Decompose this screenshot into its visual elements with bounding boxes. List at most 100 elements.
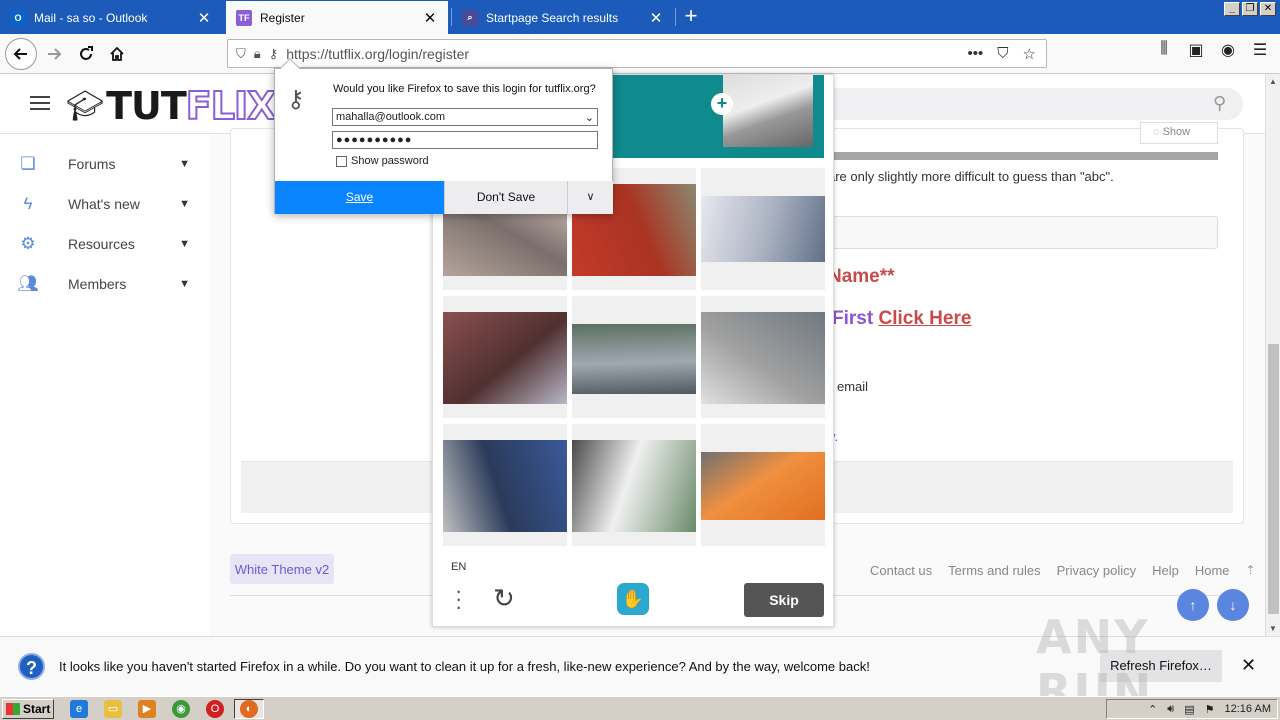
pocket-icon[interactable]: ⛉	[997, 45, 1008, 63]
site-search-input[interactable]	[820, 88, 1243, 120]
chevron-down-icon[interactable]: ⌄	[585, 111, 594, 124]
dont-save-button[interactable]: Don't Save	[444, 181, 567, 214]
footer-link-home[interactable]: Home	[1195, 563, 1230, 578]
captcha-image-tile[interactable]	[443, 296, 567, 418]
sidebar-item-label: What's new	[68, 196, 140, 212]
tab-outlook[interactable]: O Mail - sa so - Outlook ✕	[0, 1, 222, 34]
minimize-button[interactable]: _	[1224, 2, 1240, 16]
media-player-icon[interactable]: ▶	[138, 700, 156, 718]
opera-icon[interactable]: O	[206, 700, 224, 718]
scroll-up-arrow-icon[interactable]: ▲	[1266, 74, 1280, 89]
captcha-image-tile[interactable]	[701, 168, 825, 290]
sidebar-item-whats-new[interactable]: ϟ What's new ▼	[0, 184, 210, 224]
page-actions-icon[interactable]: •••	[968, 45, 984, 63]
chrome-icon[interactable]: ◉	[172, 700, 190, 718]
reload-button[interactable]	[72, 40, 100, 68]
volume-icon[interactable]: 🔊︎	[1167, 703, 1174, 716]
folder-icon[interactable]: ▭	[104, 700, 122, 718]
chevron-down-icon[interactable]: ▼	[179, 198, 190, 210]
captcha-image	[572, 324, 696, 394]
chevron-down-icon[interactable]: ▼	[179, 158, 190, 170]
tab-separator	[451, 8, 452, 26]
chevron-down-icon[interactable]: ∨	[567, 181, 613, 214]
arrow-left-icon	[13, 48, 27, 60]
tray-expand-icon[interactable]: ⌃	[1148, 703, 1157, 716]
captcha-image-tile[interactable]	[443, 424, 567, 546]
chat-icon: ❏	[20, 154, 36, 173]
more-options-icon[interactable]: · · ·	[455, 580, 462, 618]
network-icon[interactable]: ▤	[1184, 703, 1194, 716]
theme-chooser-button[interactable]: White Theme v2	[230, 554, 334, 584]
captcha-image-tile[interactable]	[701, 296, 825, 418]
close-tab-icon[interactable]: ✕	[648, 9, 664, 27]
start-button[interactable]: Start	[2, 699, 54, 719]
hamburger-menu-icon[interactable]	[30, 96, 50, 114]
captcha-image-tile[interactable]	[572, 296, 696, 418]
skip-button[interactable]: Skip	[744, 583, 824, 617]
vertical-scrollbar[interactable]: ▲ ▼	[1265, 74, 1280, 636]
sidebar-item-forums[interactable]: ❏ Forums ▼	[0, 144, 210, 184]
windows-taskbar: Start e ▭ ▶ ◉ O ◐ ⌃ 🔊︎ ▤ ⚑ 12:16 AM	[0, 696, 1280, 720]
home-button[interactable]	[103, 40, 131, 68]
captcha-image	[572, 440, 696, 532]
refresh-icon[interactable]: ↻	[493, 583, 515, 614]
windows-logo-icon	[6, 703, 20, 715]
tab-register[interactable]: TF Register ✕	[226, 1, 448, 34]
firefox-icon[interactable]: ◐	[240, 700, 258, 718]
search-icon[interactable]: ⚲	[1213, 93, 1226, 114]
clock[interactable]: 12:16 AM	[1225, 703, 1271, 715]
back-button[interactable]	[5, 38, 37, 70]
password-strength-text: are only slightly more difficult to gues…	[828, 169, 1114, 184]
close-tab-icon[interactable]: ✕	[422, 9, 438, 27]
ie-icon[interactable]: e	[70, 700, 88, 718]
form-input-field[interactable]	[828, 216, 1218, 249]
save-button[interactable]: Save	[275, 181, 444, 214]
sidebar-icon[interactable]: ▣	[1186, 40, 1206, 60]
chevron-down-icon[interactable]: ▼	[179, 238, 190, 250]
tab-startpage[interactable]: ⌕ Startpage Search results ✕	[452, 1, 674, 34]
captcha-image-tile[interactable]	[572, 424, 696, 546]
click-here-link[interactable]: Click Here	[878, 308, 971, 329]
footer-link-terms[interactable]: Terms and rules	[948, 563, 1040, 578]
username-field[interactable]: mahalla@outlook.com ⌄	[332, 108, 598, 126]
lock-icon[interactable]: 🔒︎	[254, 46, 261, 62]
scrollbar-thumb[interactable]	[1268, 344, 1279, 614]
search-icon: ⌕	[462, 9, 478, 26]
checkbox[interactable]	[336, 155, 347, 167]
password-field[interactable]: ●●●●●●●●●●	[332, 131, 598, 149]
footer-link-help[interactable]: Help	[1152, 563, 1179, 578]
close-window-button[interactable]: ✕	[1260, 2, 1276, 16]
footer-link-privacy[interactable]: Privacy policy	[1057, 563, 1136, 578]
username-value: mahalla@outlook.com	[336, 111, 445, 123]
close-tab-icon[interactable]: ✕	[196, 9, 212, 27]
address-bar[interactable]: ⛉ 🔒︎ ⚷ https://tutflix.org/login/registe…	[227, 39, 1047, 68]
plus-icon[interactable]: +	[711, 93, 733, 115]
sidebar-item-members[interactable]: 👥︎ Members ▼	[0, 264, 210, 304]
forward-button[interactable]	[40, 40, 68, 68]
footer-link-contact[interactable]: Contact us	[870, 563, 932, 578]
key-icon[interactable]: ⚷	[269, 46, 279, 62]
captcha-image-tile[interactable]	[701, 424, 825, 546]
flag-icon[interactable]: ⚑	[1205, 703, 1215, 716]
rss-icon[interactable]: ⇡	[1246, 563, 1256, 578]
show-password-button[interactable]: ◌ Show	[1140, 122, 1218, 144]
footer-links: Contact us Terms and rules Privacy polic…	[870, 563, 1256, 578]
home-icon	[110, 46, 124, 61]
tab-separator	[675, 8, 676, 26]
first-label: First	[832, 308, 874, 329]
menu-icon[interactable]: ☰	[1250, 40, 1270, 60]
site-logo[interactable]: 🎓︎ TUT FLIX	[66, 83, 277, 129]
new-tab-button[interactable]: +	[678, 4, 704, 30]
account-icon[interactable]: ◉	[1218, 40, 1238, 60]
navigation-toolbar: ⛉ 🔒︎ ⚷ https://tutflix.org/login/registe…	[0, 34, 1280, 74]
library-icon[interactable]: ⫼	[1154, 40, 1174, 60]
url-text[interactable]: https://tutflix.org/login/register	[286, 46, 967, 62]
language-label[interactable]: EN	[451, 561, 466, 573]
chevron-down-icon[interactable]: ▼	[179, 278, 190, 290]
restore-button[interactable]: ❐	[1242, 2, 1258, 16]
cogs-icon: ⚙	[20, 234, 36, 253]
sidebar-item-resources[interactable]: ⚙ Resources ▼	[0, 224, 210, 264]
shield-icon[interactable]: ⛉	[236, 46, 246, 62]
show-password-checkbox[interactable]: Show password	[336, 155, 429, 167]
bookmark-star-icon[interactable]: ☆	[1023, 45, 1036, 63]
